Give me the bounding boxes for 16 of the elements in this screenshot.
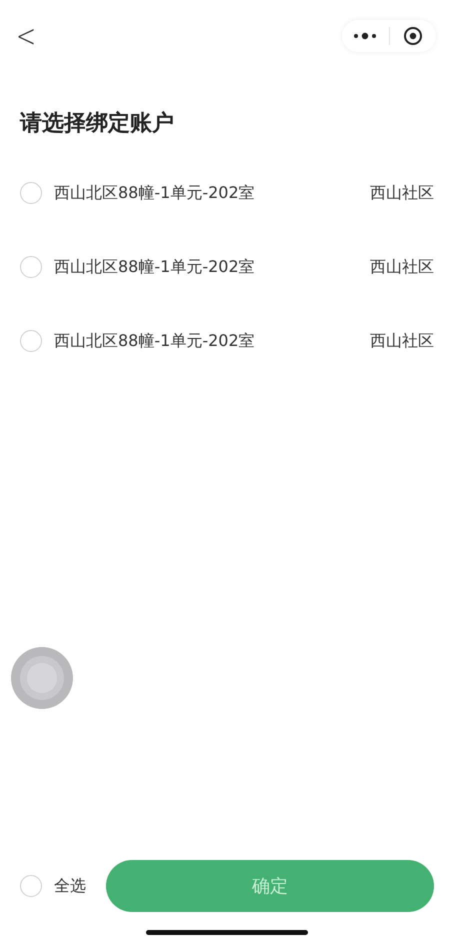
account-address: 西山北区88幢-1单元-202室: [54, 256, 256, 278]
radio-button[interactable]: [20, 182, 42, 204]
radio-button[interactable]: [20, 330, 42, 352]
radio-button[interactable]: [20, 875, 42, 897]
more-icon[interactable]: [352, 32, 378, 40]
select-all-label: 全选: [54, 876, 86, 896]
back-button[interactable]: <: [16, 18, 36, 54]
radio-button[interactable]: [20, 256, 42, 278]
community-name: 西山社区: [370, 182, 434, 204]
account-address: 西山北区88幢-1单元-202室: [54, 330, 256, 352]
account-address: 西山北区88幢-1单元-202室: [54, 182, 256, 204]
community-name: 西山社区: [370, 256, 434, 278]
close-icon[interactable]: [402, 26, 423, 46]
floating-ball-icon[interactable]: [10, 646, 74, 710]
community-name: 西山社区: [370, 330, 434, 352]
page-title: 请选择绑定账户: [20, 110, 174, 138]
